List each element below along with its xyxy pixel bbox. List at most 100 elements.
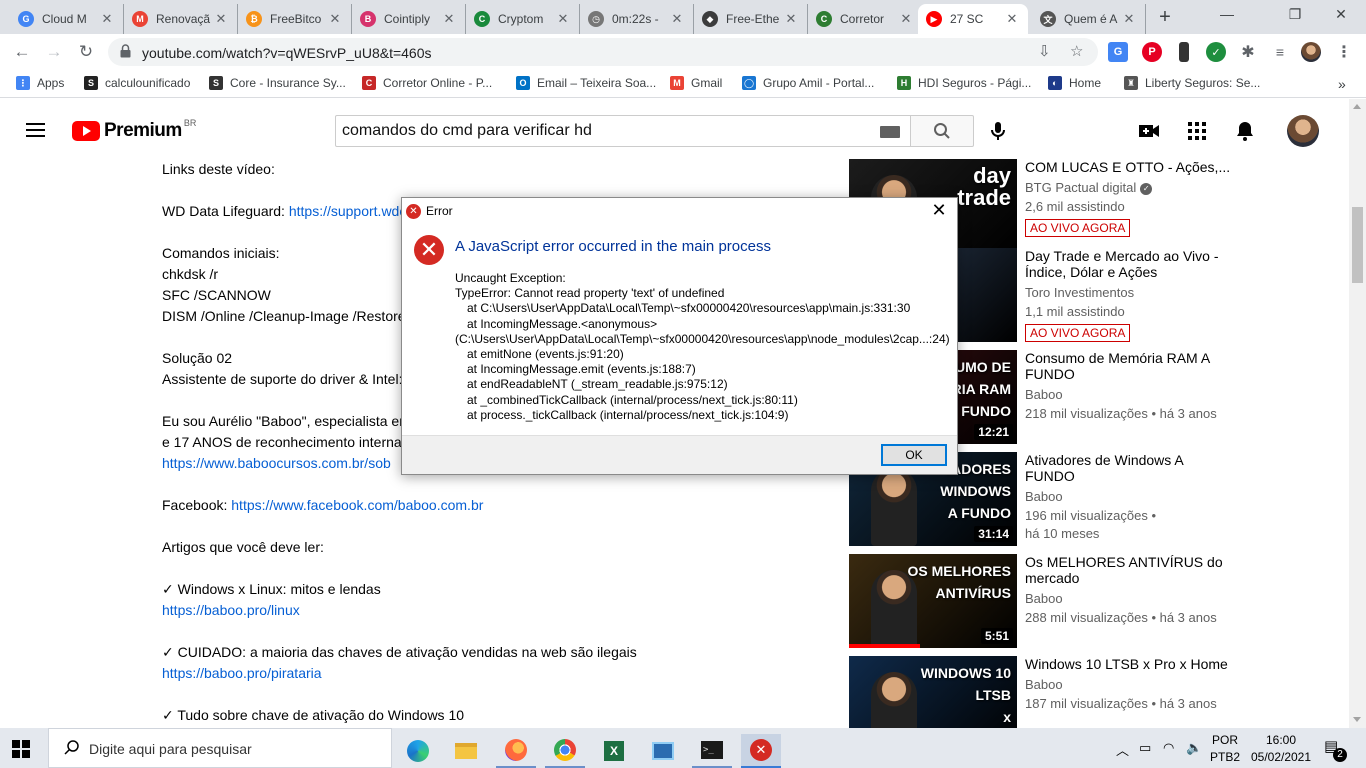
browser-tab[interactable]: 文 Quem é A ✕	[1032, 4, 1146, 34]
taskbar-search-box[interactable]: Digite aqui para pesquisar	[48, 728, 392, 768]
translate-extension-icon[interactable]: G	[1108, 42, 1128, 62]
bookmark-item[interactable]: ◯ Grupo Amil - Portal...	[742, 76, 874, 90]
create-video-icon[interactable]	[1137, 119, 1161, 143]
browser-tab[interactable]: G Cloud M ✕	[10, 4, 124, 34]
bookmark-item[interactable]: S Core - Insurance Sy...	[209, 76, 346, 90]
bookmark-item[interactable]: ♜ Liberty Seguros: Se...	[1124, 76, 1260, 90]
profile-avatar[interactable]	[1301, 42, 1321, 62]
bookmark-item[interactable]: ◐ Home	[1048, 76, 1101, 90]
description-link[interactable]: https://www.baboocursos.com.br/sob	[162, 455, 391, 471]
restore-button[interactable]: ❐	[1272, 6, 1318, 23]
browser-tab[interactable]: ◷ 0m:22s - ✕	[580, 4, 694, 34]
description-link[interactable]: https://baboo.pro/pirataria	[162, 665, 322, 681]
channel-name[interactable]: Toro Investimentos	[1025, 285, 1134, 300]
notifications-bell-icon[interactable]	[1233, 119, 1257, 143]
account-avatar[interactable]	[1287, 115, 1319, 147]
description-link[interactable]: https://baboo.pro/linux	[162, 602, 300, 618]
tab-close-icon[interactable]: ✕	[555, 11, 571, 27]
tab-close-icon[interactable]: ✕	[898, 11, 914, 27]
tab-close-icon[interactable]: ✕	[213, 11, 229, 27]
bookmark-item[interactable]: O Email – Teixeira Soa...	[516, 76, 656, 90]
chrome-menu-icon[interactable]: ⋮	[1334, 42, 1354, 62]
channel-name[interactable]: BTG Pactual digital ✓	[1025, 180, 1153, 195]
browser-tab[interactable]: B Cointiply ✕	[352, 4, 466, 34]
microphone-icon[interactable]	[986, 119, 1010, 143]
related-video-card[interactable]: OS MELHORES ANTIVÍRUS 5:51 Os MELHORES ANT…	[849, 554, 1349, 648]
language-indicator[interactable]: POR	[1210, 733, 1240, 747]
video-title[interactable]: COM LUCAS E OTTO - Ações,...	[1025, 159, 1235, 175]
channel-name[interactable]: Baboo	[1025, 591, 1063, 606]
tab-close-icon[interactable]: ✕	[783, 11, 799, 27]
install-app-icon[interactable]: ⇩	[1038, 42, 1051, 60]
taskbar-file-explorer-icon[interactable]	[446, 734, 486, 768]
scroll-down-arrow[interactable]	[1353, 717, 1361, 722]
video-thumbnail[interactable]: OS MELHORES ANTIVÍRUS 5:51	[849, 554, 1017, 648]
dialog-titlebar[interactable]: ✕ Error ✕	[402, 198, 957, 224]
tab-close-icon[interactable]: ✕	[327, 11, 343, 27]
puzzle-icon[interactable]: ✱	[1238, 42, 1258, 62]
taskbar-firefox-icon[interactable]	[496, 734, 536, 768]
browser-tab[interactable]: ▶ 27 SC ✕	[918, 4, 1028, 34]
ok-button[interactable]: OK	[881, 444, 947, 466]
new-tab-button[interactable]: +	[1154, 6, 1176, 29]
channel-name[interactable]: Baboo	[1025, 489, 1063, 504]
browser-tab[interactable]: C Corretor ✕	[808, 4, 922, 34]
tab-close-icon[interactable]: ✕	[669, 11, 685, 27]
taskbar-chrome-icon[interactable]	[545, 734, 585, 768]
bookmark-item[interactable]: Scalculounificado	[84, 76, 190, 90]
scroll-up-arrow[interactable]	[1353, 104, 1361, 109]
youtube-premium-logo[interactable]: Premium BR	[72, 118, 196, 142]
taskbar-edge-icon[interactable]	[398, 734, 438, 768]
tab-close-icon[interactable]: ✕	[1004, 11, 1020, 27]
video-thumbnail[interactable]: WINDOWS 10 LTSB x Pro	[849, 656, 1017, 728]
keyboard-icon[interactable]	[880, 126, 900, 138]
browser-tab[interactable]: C Cryptom ✕	[466, 4, 580, 34]
tab-close-icon[interactable]: ✕	[441, 11, 457, 27]
apps-grid-icon[interactable]	[1185, 119, 1209, 143]
video-title[interactable]: Windows 10 LTSB x Pro x Home	[1025, 656, 1235, 672]
page-scrollbar[interactable]	[1349, 99, 1366, 728]
address-bar[interactable]: youtube.com/watch?v=qWESrvP_uU8&t=460s ⇩…	[108, 38, 1098, 66]
tab-close-icon[interactable]: ✕	[1121, 11, 1137, 27]
close-window-button[interactable]: ✕	[1318, 6, 1364, 23]
pinterest-extension-icon[interactable]: P	[1142, 42, 1162, 62]
description-link[interactable]: https://www.facebook.com/baboo.com.br	[231, 497, 483, 513]
back-icon[interactable]: ←	[10, 40, 34, 64]
tab-close-icon[interactable]: ✕	[99, 11, 115, 27]
tray-battery-icon[interactable]: ▭	[1139, 740, 1151, 756]
tray-network-icon[interactable]: ◠	[1163, 740, 1174, 756]
media-control-icon[interactable]: ≡	[1270, 42, 1290, 62]
search-button[interactable]	[910, 115, 974, 147]
traffic-light-extension-icon[interactable]	[1179, 42, 1189, 62]
bookmarks-overflow-icon[interactable]: »	[1338, 76, 1346, 92]
scrollbar-thumb[interactable]	[1352, 207, 1363, 283]
channel-name[interactable]: Baboo	[1025, 677, 1063, 692]
tray-overflow-chevron-icon[interactable]: ︿	[1116, 740, 1129, 759]
browser-tab[interactable]: ₿ FreeBitco ✕	[238, 4, 352, 34]
browser-tab[interactable]: ◆ Free-Ethe ✕	[694, 4, 808, 34]
bookmark-item[interactable]: C Corretor Online - P...	[362, 76, 492, 90]
forward-icon[interactable]: →	[42, 40, 66, 64]
bookmark-item[interactable]: H HDI Seguros - Pági...	[897, 76, 1031, 90]
dialog-close-icon[interactable]: ✕	[929, 200, 949, 221]
clock-time[interactable]: 16:00	[1244, 733, 1318, 747]
taskbar-app-window-icon[interactable]	[643, 734, 683, 768]
bookmark-apps[interactable]: ⋮ Apps	[16, 76, 64, 90]
video-title[interactable]: Consumo de Memória RAM A FUNDO	[1025, 350, 1235, 382]
menu-icon[interactable]	[26, 123, 45, 137]
tray-volume-icon[interactable]: 🔈	[1186, 740, 1202, 756]
related-video-card[interactable]: WINDOWS 10 LTSB x Pro Windows 10 LTSB x P…	[849, 656, 1349, 728]
check-extension-icon[interactable]: ✓	[1206, 42, 1226, 62]
keyboard-layout-indicator[interactable]: PTB2	[1210, 750, 1240, 764]
windows-start-icon[interactable]	[12, 740, 30, 758]
taskbar-error-app-icon[interactable]: ✕	[741, 734, 781, 768]
reload-icon[interactable]: ↻	[74, 40, 98, 64]
video-title[interactable]: Os MELHORES ANTIVÍRUS do mercado	[1025, 554, 1235, 586]
video-title[interactable]: Ativadores de Windows A FUNDO	[1025, 452, 1235, 484]
search-input[interactable]: comandos do cmd para verificar hd	[335, 115, 911, 147]
taskbar-terminal-icon[interactable]: >_	[692, 734, 732, 768]
channel-name[interactable]: Baboo	[1025, 387, 1063, 402]
clock-date[interactable]: 05/02/2021	[1244, 750, 1318, 764]
bookmark-item[interactable]: M Gmail	[670, 76, 722, 90]
video-title[interactable]: Day Trade e Mercado ao Vivo - Índice, Dó…	[1025, 248, 1235, 280]
